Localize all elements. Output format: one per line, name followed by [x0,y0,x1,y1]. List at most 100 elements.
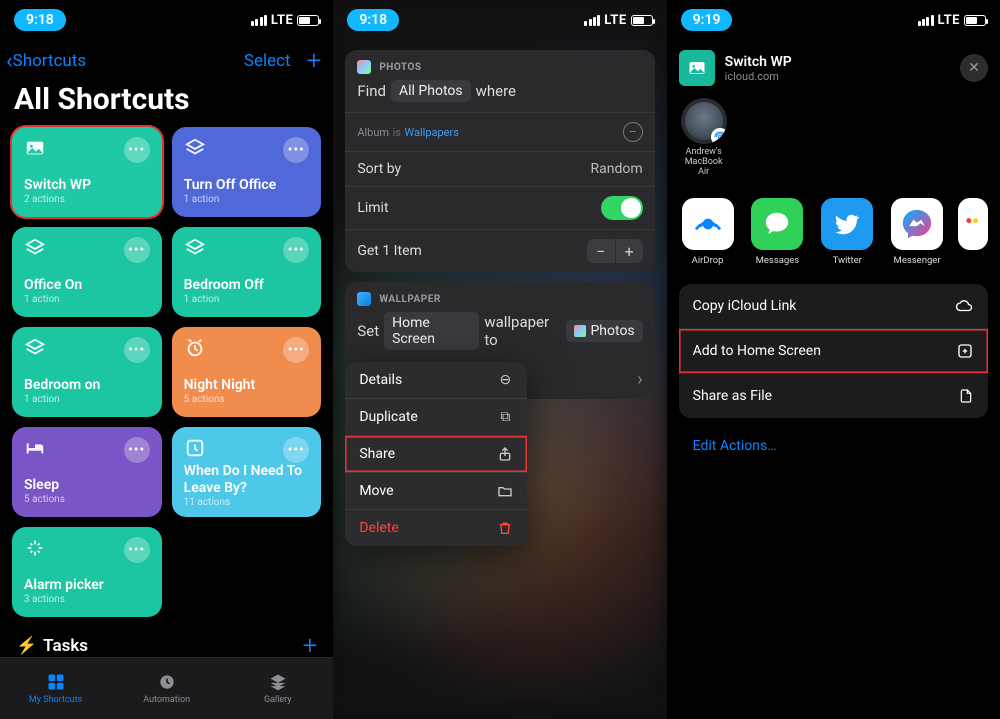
more-icon[interactable]: ••• [283,237,309,263]
cloud-icon [954,297,974,315]
card-bedroom-off[interactable]: ••• Bedroom Off1 action [172,227,322,317]
back-button[interactable]: ‹ Shortcuts [6,49,86,74]
more-icon[interactable]: ••• [124,237,150,263]
bed-icon [24,437,46,459]
signal-icon [584,15,600,26]
wallpaper-app-icon [357,292,371,306]
filter-all-photos[interactable]: All Photos [391,80,471,102]
more-icon[interactable]: ••• [283,337,309,363]
app-messages[interactable]: Messages [748,198,806,266]
nav-bar: ‹ Shortcuts Select + [0,40,333,80]
more-icon[interactable]: ••• [124,437,150,463]
app-airdrop[interactable]: AirDrop [679,198,737,266]
more-icon[interactable]: ••• [283,437,309,463]
param-home-screen[interactable]: Home Screen [384,312,479,350]
photos-mini-icon [574,325,586,337]
chevron-left-icon: ‹ [6,49,13,74]
action-copy-icloud-link[interactable]: Copy iCloud Link [679,284,988,328]
menu-share[interactable]: Share [345,435,527,472]
select-button[interactable]: Select [244,51,291,71]
grid-icon [44,672,68,692]
more-icon[interactable]: ••• [124,337,150,363]
edit-actions-link[interactable]: Edit Actions… [667,422,1000,470]
more-app-icon [963,209,983,239]
carrier-label: LTE [271,13,293,28]
plus-icon[interactable]: + [615,239,643,263]
gallery-icon [266,672,290,692]
count-stepper[interactable]: −+ [587,239,643,263]
menu-move[interactable]: Move [345,472,527,509]
shortcut-thumb [679,50,715,86]
tab-gallery[interactable]: Gallery [222,658,333,719]
minus-icon[interactable]: − [587,239,615,263]
share-icon [497,446,513,462]
action-add-to-home-screen[interactable]: Add to Home Screen [679,328,988,373]
signal-icon [918,15,934,26]
card-office-on[interactable]: ••• Office On1 action [12,227,162,317]
status-bar: 9:18 LTE [333,0,666,40]
card-turn-off-office[interactable]: ••• Turn Off Office1 action [172,127,322,217]
airdrop-badge-icon [714,131,726,143]
carrier-label: LTE [938,13,960,28]
more-icon[interactable]: ••• [124,137,150,163]
image-icon [687,58,707,78]
sort-by-row[interactable]: Sort by Random [345,151,654,186]
status-time: 9:18 [14,9,66,31]
layers-icon [184,137,206,159]
layers-icon [184,237,206,259]
share-sheet-header: Switch WP icloud.com ✕ [667,40,1000,94]
get-item-row: Get 1 Item −+ [345,229,654,272]
duplicate-icon: ⧉ [497,409,513,425]
tab-my-shortcuts[interactable]: My Shortcuts [0,658,111,719]
panel-shortcut-detail: 9:18 LTE PHOTOS Find All Photos where Al… [333,0,666,719]
layers-icon [24,237,46,259]
action-share-as-file[interactable]: Share as File [679,373,988,418]
more-icon[interactable]: ••• [283,137,309,163]
limit-row: Limit [345,186,654,229]
card-when-leave[interactable]: ••• When Do I Need To Leave By?11 action… [172,427,322,517]
sparkle-icon [24,537,46,559]
app-more[interactable] [958,198,988,266]
card-switch-wp[interactable]: ••• Switch WP2 actions [12,127,162,217]
folder-icon [497,483,513,499]
tab-automation[interactable]: Automation [111,658,222,719]
image-icon [24,137,46,159]
airdrop-targets: Andrew's MacBook Air [667,94,1000,188]
card-alarm-picker[interactable]: ••• Alarm picker3 actions [12,527,162,617]
back-label: Shortcuts [13,51,87,71]
share-apps-row: AirDrop Messages Twitter Messenger [667,188,1000,280]
menu-delete[interactable]: Delete [345,509,527,546]
panel-share-sheet: 9:19 LTE Switch WP icloud.com ✕ Andrew's… [667,0,1000,719]
param-photos[interactable]: Photos [566,320,642,342]
menu-details[interactable]: Details⊖ [345,362,527,398]
add-button[interactable]: + [307,46,322,76]
param-wallpapers[interactable]: Wallpapers [404,126,459,139]
menu-duplicate[interactable]: Duplicate⧉ [345,398,527,435]
battery-icon [964,15,986,26]
card-night-night[interactable]: ••• Night Night5 actions [172,327,322,417]
messenger-icon [900,207,934,241]
airdrop-icon [692,208,724,240]
status-time: 9:19 [681,9,733,31]
battery-icon [297,15,319,26]
twitter-icon [833,210,861,238]
page-title: All Shortcuts [0,80,333,127]
more-icon[interactable]: ••• [124,537,150,563]
remove-filter-icon[interactable]: – [623,122,643,142]
shortcut-grid: ••• Switch WP2 actions ••• Turn Off Offi… [0,127,333,617]
add-square-icon [956,342,974,360]
status-right: LTE [251,13,319,28]
limit-toggle[interactable] [601,196,643,220]
card-sleep[interactable]: ••• Sleep5 actions [12,427,162,517]
automation-icon [155,672,179,692]
target-andrews-macbook[interactable]: Andrew's MacBook Air [679,98,729,178]
app-twitter[interactable]: Twitter [818,198,876,266]
file-icon [958,387,974,405]
app-messenger[interactable]: Messenger [888,198,946,266]
card-bedroom-on[interactable]: ••• Bedroom on1 action [12,327,162,417]
chevron-right-icon: › [637,369,642,390]
info-icon: ⊖ [497,372,513,388]
share-title: Switch WP [725,54,792,70]
close-button[interactable]: ✕ [960,54,988,82]
carrier-label: LTE [604,13,626,28]
